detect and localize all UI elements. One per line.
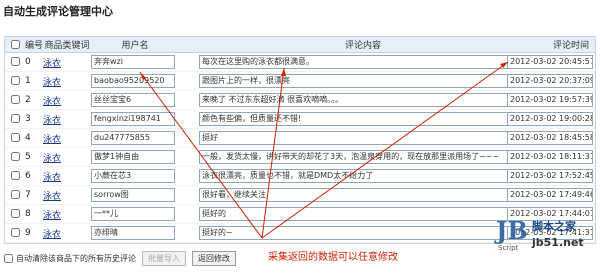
category-link[interactable]: 泳衣 [43, 97, 61, 107]
comment-input[interactable]: 泳衣很漂亮，质量也不错，就是DMD太不给力了 [199, 169, 539, 183]
row-num: 6 [25, 166, 43, 186]
row-num: 0 [25, 52, 43, 72]
table-row: 4 泳衣 du247775855 挺好 2012-03-02 18:45:58 [5, 128, 595, 148]
time-input[interactable]: 2012-03-02 19:00:28 [507, 112, 593, 126]
table-row: 2 泳衣 丝丝宝宝6 来晚了 不过东东超好滴 很喜欢嘀嘀。。。 2012-03-… [5, 90, 595, 110]
watermark-url: jb51.net [532, 236, 584, 249]
annotation-text: 采集返回的数据可以任意修改 [268, 252, 398, 263]
comment-input[interactable]: 一般，发货太慢，讲好带天的却花了3天，泡温泉穿用的，现在放那里派用场了~~~ [199, 150, 539, 164]
category-link[interactable]: 泳衣 [43, 78, 61, 88]
username-input[interactable]: 奔奔wzi [91, 55, 175, 69]
row-checkbox[interactable] [10, 95, 20, 104]
comment-input[interactable]: 每次在这里购的泳衣都很满意。 [199, 55, 539, 69]
comment-input[interactable]: 挺好 [199, 131, 539, 145]
time-input[interactable]: 2012-03-02 17:52:45 [507, 169, 593, 183]
time-input[interactable]: 2012-03-02 17:49:46 [507, 188, 593, 202]
row-num: 8 [25, 204, 43, 224]
time-input[interactable]: 2012-03-02 18:11:31 [507, 150, 593, 164]
watermark-logo: JB Script 脚本之家 jb51.net [496, 212, 594, 268]
category-link[interactable]: 泳衣 [43, 192, 61, 202]
row-num: 9 [25, 223, 43, 243]
time-input[interactable]: 2012-03-02 19:57:39 [507, 93, 593, 107]
row-checkbox[interactable] [10, 228, 20, 237]
row-num: 7 [25, 185, 43, 205]
comment-input[interactable]: 颜色有些偏，但质量还不错! [199, 112, 539, 126]
page-title: 自动生成评论管理中心 [3, 5, 113, 18]
username-input[interactable]: baobao95209520 [91, 74, 175, 88]
select-all-cell [5, 37, 25, 53]
table-header-row: 编号 商品类键词 用户名 评论内容 评论时间 [5, 37, 595, 53]
row-checkbox[interactable] [10, 76, 20, 85]
header-category: 商品类键词 [43, 37, 91, 53]
category-link[interactable]: 泳衣 [43, 116, 61, 126]
row-checkbox[interactable] [10, 209, 20, 218]
table-row: 0 泳衣 奔奔wzi 每次在这里购的泳衣都很满意。 2012-03-02 20:… [5, 52, 595, 72]
username-input[interactable]: 傲梦1钟自由 [91, 150, 175, 164]
table-row: 7 泳衣 sorrow图 很好看，继续关注 2012-03-02 17:49:4… [5, 185, 595, 205]
watermark-script-text: Script [498, 244, 519, 252]
table-row: 6 泳衣 小蕨在芯3 泳衣很漂亮，质量也不错，就是DMD太不给力了 2012-0… [5, 166, 595, 186]
watermark-jb-glyph: JB [496, 216, 528, 245]
row-checkbox[interactable] [10, 114, 20, 123]
row-checkbox[interactable] [10, 57, 20, 66]
category-link[interactable]: 泳衣 [43, 59, 61, 69]
row-checkbox[interactable] [10, 171, 20, 180]
category-link[interactable]: 泳衣 [43, 173, 61, 183]
username-input[interactable]: 亦绯晴 [91, 226, 175, 240]
username-input[interactable]: 丝丝宝宝6 [91, 93, 175, 107]
category-link[interactable]: 泳衣 [43, 154, 61, 164]
row-checkbox[interactable] [10, 152, 20, 161]
table-row: 3 泳衣 fengxinzi198741 颜色有些偏，但质量还不错! 2012-… [5, 109, 595, 129]
row-checkbox[interactable] [10, 190, 20, 199]
username-input[interactable]: fengxinzi198741 [91, 112, 175, 126]
back-edit-button[interactable]: 返回修改 [192, 250, 236, 266]
comment-input[interactable]: 跟图片上的一样，很漂亮 [199, 74, 539, 88]
header-time: 评论时间 [547, 37, 595, 53]
watermark-site-name: 脚本之家 [532, 220, 576, 233]
header-num: 编号 [25, 37, 43, 53]
comment-input[interactable]: 很好看，继续关注 [199, 188, 539, 202]
time-input[interactable]: 2012-03-02 18:45:58 [507, 131, 593, 145]
header-comment: 评论内容 [179, 37, 547, 53]
row-checkbox[interactable] [10, 133, 20, 142]
batch-import-button[interactable]: 批量导入 [142, 250, 186, 266]
category-link[interactable]: 泳衣 [43, 211, 61, 221]
username-input[interactable]: du247775855 [91, 131, 175, 145]
select-all-checkbox[interactable] [10, 39, 20, 49]
row-num: 2 [25, 90, 43, 110]
comment-input[interactable]: 挺好的 [199, 207, 539, 221]
time-input[interactable]: 2012-03-02 20:37:09 [507, 74, 593, 88]
username-input[interactable]: sorrow图 [91, 188, 175, 202]
row-num: 1 [25, 71, 43, 91]
category-link[interactable]: 泳衣 [43, 135, 61, 145]
auto-clear-label: 自动清除该商品下的所有历史评论 [16, 253, 136, 263]
comment-input[interactable]: 挺好的~ [199, 226, 539, 240]
table-row: 1 泳衣 baobao95209520 跟图片上的一样，很漂亮 2012-03-… [5, 71, 595, 91]
table-row: 5 泳衣 傲梦1钟自由 一般，发货太慢，讲好带天的却花了3天，泡温泉穿用的，现在… [5, 147, 595, 167]
row-num: 5 [25, 147, 43, 167]
row-num: 3 [25, 109, 43, 129]
category-link[interactable]: 泳衣 [43, 230, 61, 240]
auto-clear-checkbox[interactable] [4, 253, 13, 263]
comment-input[interactable]: 来晚了 不过东东超好滴 很喜欢嘀嘀。。。 [199, 93, 539, 107]
username-input[interactable]: 一**儿 [91, 207, 175, 221]
header-user: 用户名 [91, 37, 179, 53]
time-input[interactable]: 2012-03-02 20:45:57 [507, 55, 593, 69]
username-input[interactable]: 小蕨在芯3 [91, 169, 175, 183]
row-num: 4 [25, 128, 43, 148]
